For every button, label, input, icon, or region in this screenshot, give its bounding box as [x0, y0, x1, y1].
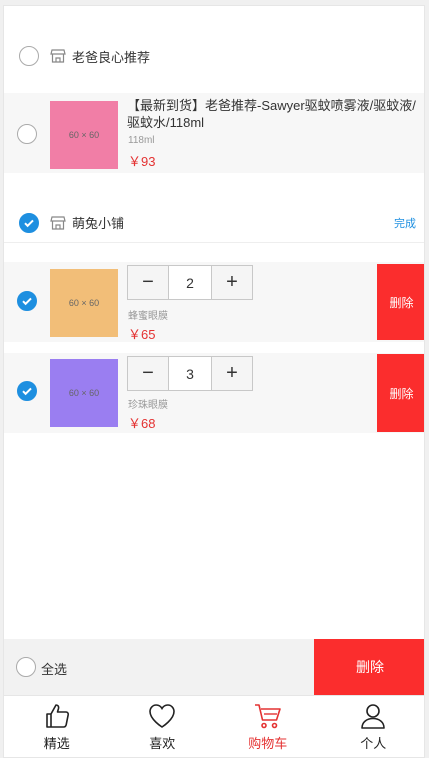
product-price: ￥93	[128, 154, 156, 169]
tab-cart[interactable]: 购物车	[215, 696, 321, 757]
product-price: ￥65	[128, 327, 156, 342]
product-spec: 蜂蜜眼膜	[128, 311, 168, 322]
store-icon	[50, 215, 66, 230]
delete-selected-button[interactable]: 删除	[314, 639, 424, 695]
select-all-label[interactable]: 全选	[41, 659, 67, 678]
tab-favorites[interactable]: 喜欢	[110, 696, 216, 757]
tab-label: 购物车	[248, 736, 288, 751]
product-price: ￥68	[128, 416, 156, 431]
product-spec: 珍珠眼膜	[128, 400, 168, 411]
tab-featured[interactable]: 精选	[4, 696, 110, 757]
cart-item: 60 × 60 − 2 + 蜂蜜眼膜 ￥65 删除	[4, 262, 424, 342]
item-checkbox[interactable]	[17, 381, 37, 401]
increase-button[interactable]: +	[211, 265, 253, 300]
shop-checkbox[interactable]	[19, 212, 39, 233]
tab-profile[interactable]: 个人	[321, 696, 425, 757]
store-icon	[50, 49, 66, 63]
thumbs-up-icon	[45, 704, 69, 728]
delete-item-button[interactable]: 删除	[377, 354, 424, 432]
tab-label: 喜欢	[149, 736, 176, 751]
shop-checkbox[interactable]	[19, 46, 39, 66]
delete-item-button[interactable]: 删除	[377, 264, 424, 340]
done-button[interactable]: 完成	[394, 215, 416, 231]
cart-item: 60 × 60 【最新到货】老爸推荐-Sawyer驱蚊喷雾液/驱蚊液/驱蚊水/1…	[4, 93, 424, 173]
item-checkbox[interactable]	[17, 124, 37, 144]
cart-icon	[254, 704, 281, 729]
heart-icon	[149, 704, 176, 728]
product-spec: 118ml	[128, 135, 155, 146]
select-all-checkbox[interactable]	[16, 657, 36, 677]
cart-item: 60 × 60 − 3 + 珍珠眼膜 ￥68 删除	[4, 353, 424, 433]
cart-page: 老爸良心推荐 60 × 60 【最新到货】老爸推荐-Sawyer驱蚊喷雾液/驱蚊…	[3, 5, 425, 758]
shop-header: 老爸良心推荐	[4, 36, 424, 76]
product-thumbnail[interactable]: 60 × 60	[50, 101, 118, 169]
quantity-value[interactable]: 3	[169, 356, 211, 391]
product-title[interactable]: 【最新到货】老爸推荐-Sawyer驱蚊喷雾液/驱蚊液/驱蚊水/118ml	[127, 97, 422, 131]
decrease-button[interactable]: −	[127, 356, 169, 391]
quantity-value[interactable]: 2	[169, 265, 211, 300]
person-icon	[361, 704, 386, 729]
tab-label: 个人	[360, 736, 387, 751]
bottom-tab-bar: 精选 喜欢 购物车 个人	[4, 695, 425, 757]
shop-header: 萌兔小铺 完成	[4, 203, 424, 243]
product-thumbnail[interactable]: 60 × 60	[50, 359, 118, 427]
increase-button[interactable]: +	[211, 356, 253, 391]
decrease-button[interactable]: −	[127, 265, 169, 300]
quantity-stepper: − 3 +	[127, 356, 253, 391]
cart-action-bar: 全选 删除	[4, 639, 424, 695]
item-checkbox[interactable]	[17, 291, 37, 311]
tab-label: 精选	[43, 736, 70, 751]
shop-name: 萌兔小铺	[72, 216, 125, 231]
shop-name: 老爸良心推荐	[72, 49, 151, 65]
product-thumbnail[interactable]: 60 × 60	[50, 269, 118, 337]
quantity-stepper: − 2 +	[127, 265, 253, 300]
